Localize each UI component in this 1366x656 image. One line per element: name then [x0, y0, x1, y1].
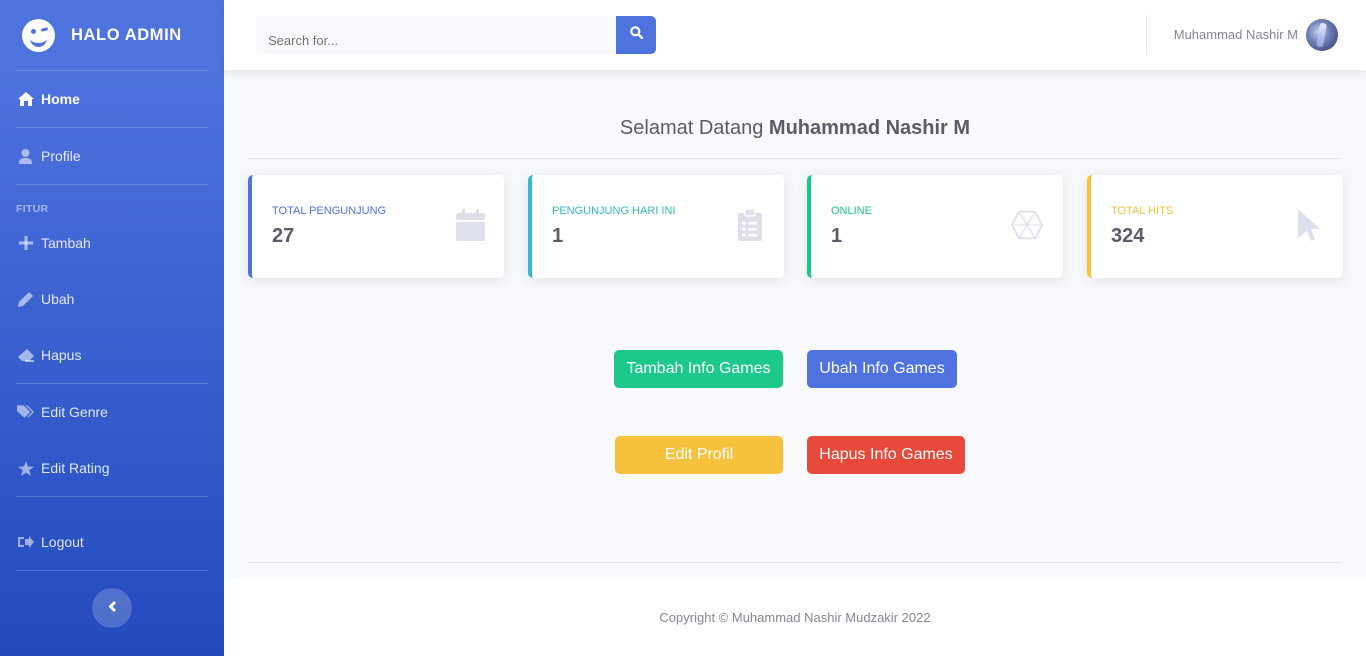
- tags-icon: [17, 404, 34, 421]
- sidebar-item-hapus[interactable]: Hapus: [0, 327, 224, 383]
- hexagon-icon: [1011, 208, 1043, 242]
- topbar-divider: [1146, 15, 1147, 55]
- topbar: Muhammad Nashir M: [224, 0, 1366, 70]
- pencil-icon: [17, 291, 34, 308]
- card-value: 1: [552, 225, 564, 247]
- sign-out-icon: [17, 534, 34, 551]
- sidebar-item-home[interactable]: Home: [0, 71, 224, 127]
- sidebar: HALO ADMIN Home Profile FITUR Tambah Uba…: [0, 0, 224, 656]
- plus-icon: [17, 235, 34, 252]
- ubah-info-games-button[interactable]: Ubah Info Games: [807, 350, 957, 388]
- copyright-text: Copyright © Muhammad Nashir Mudzakir 202…: [659, 610, 931, 625]
- stat-card-total-hits: TOTAL HITS 324: [1087, 175, 1343, 278]
- welcome-heading: Selamat Datang Muhammad Nashir M: [248, 117, 1342, 140]
- search-button[interactable]: [616, 16, 656, 54]
- tambah-info-games-button[interactable]: Tambah Info Games: [614, 350, 783, 388]
- star-icon: [17, 460, 34, 477]
- welcome-prefix: Selamat Datang: [619, 117, 764, 139]
- sidebar-item-profile[interactable]: Profile: [0, 128, 224, 184]
- welcome-name: Muhammad Nashir M: [768, 117, 971, 139]
- laugh-wink-icon: [22, 18, 55, 52]
- sidebar-item-logout[interactable]: Logout: [0, 514, 224, 570]
- sidebar-item-label: Tambah: [41, 235, 91, 251]
- sidebar-divider: [16, 496, 208, 497]
- eraser-icon: [17, 347, 34, 364]
- search-icon: [629, 26, 643, 44]
- sidebar-item-label: Home: [41, 91, 80, 107]
- user-icon: [17, 148, 34, 165]
- sidebar-item-label: Logout: [41, 534, 84, 550]
- chevron-left-icon: [108, 599, 116, 617]
- home-icon: [17, 91, 34, 108]
- brand-title: HALO ADMIN: [71, 25, 182, 44]
- sidebar-item-label: Profile: [41, 148, 81, 164]
- sidebar-heading: FITUR: [16, 203, 49, 215]
- brand[interactable]: HALO ADMIN: [0, 0, 224, 70]
- stat-card-pengunjung-hari-ini: PENGUNJUNG HARI INI 1: [528, 175, 784, 278]
- calendar-icon: [454, 208, 486, 242]
- footer: Copyright © Muhammad Nashir Mudzakir 202…: [224, 579, 1366, 656]
- clipboard-list-icon: [734, 208, 766, 242]
- card-label: ONLINE: [831, 205, 872, 217]
- search-input[interactable]: [256, 16, 616, 54]
- sidebar-item-edit-genre[interactable]: Edit Genre: [0, 384, 224, 440]
- sidebar-item-ubah[interactable]: Ubah: [0, 271, 224, 327]
- stat-card-total-pengunjung: TOTAL PENGUNJUNG 27: [248, 175, 504, 278]
- sidebar-item-label: Ubah: [41, 291, 75, 307]
- sidebar-divider: [16, 570, 208, 571]
- sidebar-item-label: Edit Rating: [41, 460, 110, 476]
- hapus-info-games-button[interactable]: Hapus Info Games: [807, 436, 965, 474]
- card-value: 1: [831, 225, 843, 247]
- card-value: 324: [1111, 225, 1145, 247]
- stat-card-online: ONLINE 1: [807, 175, 1063, 278]
- sidebar-item-label: Edit Genre: [41, 404, 108, 420]
- sidebar-item-tambah[interactable]: Tambah: [0, 215, 224, 271]
- sidebar-item-edit-rating[interactable]: Edit Rating: [0, 440, 224, 496]
- card-label: PENGUNJUNG HARI INI: [552, 205, 676, 217]
- card-label: TOTAL HITS: [1111, 205, 1174, 217]
- edit-profil-button[interactable]: Edit Profil: [615, 436, 783, 474]
- content-divider: [248, 158, 1342, 159]
- card-value: 27: [272, 225, 295, 247]
- user-name[interactable]: Muhammad Nashir M: [1174, 27, 1298, 42]
- content-divider: [248, 562, 1342, 563]
- mouse-pointer-icon: [1293, 208, 1325, 242]
- sidebar-item-label: Hapus: [41, 347, 82, 363]
- card-label: TOTAL PENGUNJUNG: [272, 205, 387, 217]
- avatar[interactable]: [1306, 19, 1338, 51]
- sidebar-toggle-button[interactable]: [92, 588, 132, 628]
